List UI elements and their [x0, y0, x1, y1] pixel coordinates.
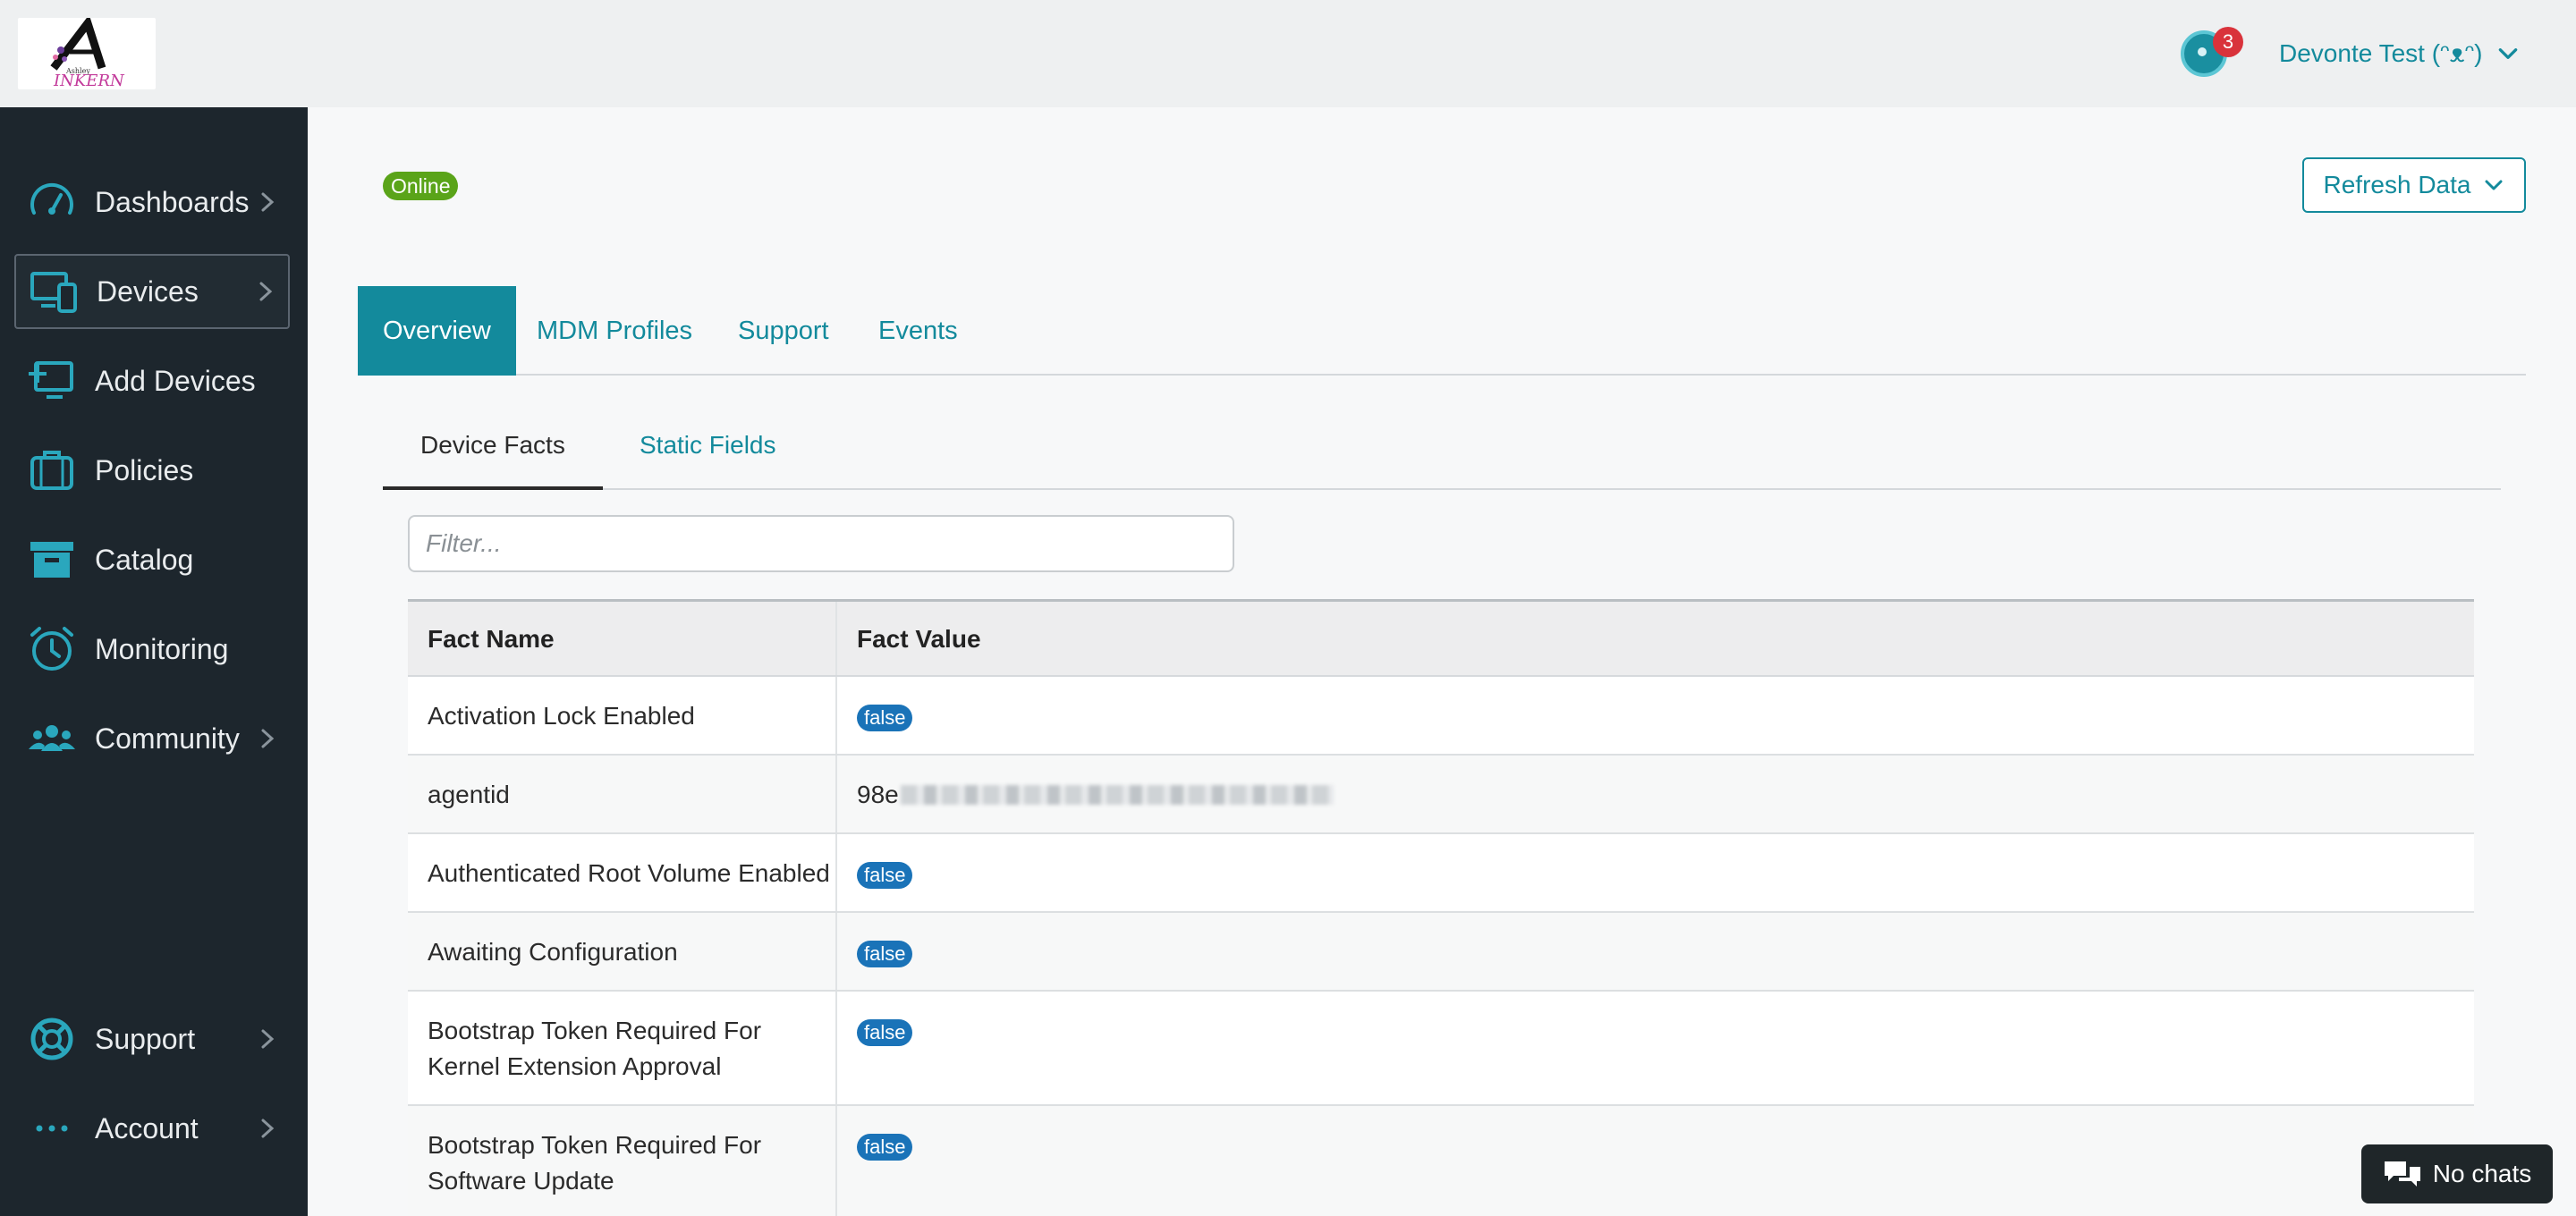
table-body: Activation Lock Enabled false agentid 98… [408, 677, 2474, 1216]
fact-name: agentid [408, 756, 837, 832]
sidebar-item-label: Dashboards [95, 185, 250, 218]
gauge-icon [30, 182, 73, 215]
svg-text:INKERN: INKERN [53, 72, 125, 89]
tab-mdm-profiles[interactable]: MDM Profiles [537, 286, 692, 376]
chevron-right-icon [261, 1119, 275, 1138]
chevron-down-icon [2499, 48, 2518, 59]
overview-subtabs: Device Facts Static Fields [383, 406, 2501, 490]
sidebar: Dashboards Devices Add Devices Policies [0, 107, 308, 1216]
sidebar-item-add-devices[interactable]: Add Devices [14, 343, 290, 418]
fact-value-badge: false [857, 941, 913, 967]
top-bar: Ashley INKERN 3 Devonte Test (ᵔᴥᵔ) [0, 0, 2576, 107]
table-row: Bootstrap Token Required For Kernel Exte… [408, 992, 2474, 1106]
sidebar-item-account[interactable]: Account [14, 1091, 290, 1166]
table-header: Fact Name Fact Value [408, 602, 2474, 677]
fact-value-badge: false [857, 705, 913, 731]
table-row: Activation Lock Enabled false [408, 677, 2474, 756]
table-row: Awaiting Configuration false [408, 913, 2474, 992]
notification-dot [2198, 47, 2207, 56]
refresh-data-label: Refresh Data [2323, 171, 2471, 198]
sidebar-item-devices[interactable]: Devices [14, 254, 290, 329]
chevron-right-icon [261, 1029, 275, 1049]
tab-events[interactable]: Events [878, 286, 958, 376]
device-facts-table: Fact Name Fact Value Activation Lock Ena… [408, 599, 2474, 1216]
notification-count-badge: 3 [2213, 27, 2243, 57]
filter-input[interactable] [408, 515, 1234, 572]
sidebar-item-label: Devices [97, 274, 199, 308]
user-menu[interactable]: Devonte Test (ᵔᴥᵔ) [2279, 34, 2520, 73]
alarm-clock-icon [30, 627, 73, 671]
sidebar-item-label: Community [95, 722, 240, 755]
fact-name: Bootstrap Token Required For Kernel Exte… [408, 992, 837, 1104]
chat-label: No chats [2432, 1160, 2532, 1187]
fact-name: Bootstrap Token Required For Software Up… [408, 1106, 837, 1216]
chat-widget-button[interactable]: No chats [2361, 1144, 2553, 1203]
table-row: agentid 98e [408, 756, 2474, 834]
table-row: Authenticated Root Volume Enabled false [408, 834, 2474, 913]
chevron-right-icon [261, 192, 275, 212]
fact-value-badge: false [857, 1019, 913, 1046]
column-header-fact-name[interactable]: Fact Name [408, 602, 837, 675]
company-logo[interactable]: Ashley INKERN [18, 14, 156, 90]
fact-value: 98e [857, 781, 899, 808]
sidebar-item-label: Add Devices [95, 364, 256, 397]
sidebar-item-label: Policies [95, 453, 194, 486]
users-icon [29, 725, 75, 751]
notifications-button[interactable]: 3 [2181, 27, 2243, 80]
tab-support[interactable]: Support [738, 286, 829, 376]
tab-overview[interactable]: Overview [358, 286, 516, 376]
chat-bubbles-icon [2384, 1161, 2420, 1186]
sidebar-item-dashboards[interactable]: Dashboards [14, 165, 290, 240]
chevron-right-icon [261, 729, 275, 748]
fact-name: Activation Lock Enabled [408, 677, 837, 754]
devices-icon [30, 272, 77, 313]
redacted-value [900, 785, 1334, 805]
column-header-fact-value[interactable]: Fact Value [837, 602, 2474, 675]
fact-value-badge: false [857, 862, 913, 889]
lifebuoy-icon [30, 1018, 73, 1060]
ellipsis-icon [36, 1125, 68, 1132]
fact-value-badge: false [857, 1134, 913, 1161]
sidebar-item-label: Support [95, 1022, 196, 1055]
sidebar-item-label: Monitoring [95, 632, 229, 665]
table-row: Bootstrap Token Required For Software Up… [408, 1106, 2474, 1216]
add-device-icon [29, 361, 73, 399]
fact-name: Awaiting Configuration [408, 913, 837, 990]
status-badge: Online [383, 172, 459, 200]
sidebar-item-label: Account [95, 1111, 199, 1144]
device-tabs: Overview MDM Profiles Support Events [358, 286, 2526, 376]
sidebar-item-catalog[interactable]: Catalog [14, 522, 290, 597]
sidebar-item-label: Catalog [95, 543, 194, 576]
sidebar-item-policies[interactable]: Policies [14, 433, 290, 508]
logo-graphic: Ashley INKERN [50, 14, 125, 90]
fact-name: Authenticated Root Volume Enabled [408, 834, 837, 911]
subtab-device-facts[interactable]: Device Facts [383, 406, 603, 490]
sidebar-item-community[interactable]: Community [14, 701, 290, 776]
subtab-static-fields[interactable]: Static Fields [640, 406, 776, 490]
sidebar-item-monitoring[interactable]: Monitoring [14, 612, 290, 687]
chevron-down-icon [2485, 180, 2503, 190]
user-name: Devonte Test (ᵔᴥᵔ) [2279, 39, 2483, 67]
chevron-right-icon [259, 282, 273, 301]
refresh-data-button[interactable]: Refresh Data [2302, 157, 2526, 213]
briefcase-icon [30, 451, 73, 490]
sidebar-item-support[interactable]: Support [14, 1001, 290, 1077]
archive-box-icon [30, 542, 73, 578]
